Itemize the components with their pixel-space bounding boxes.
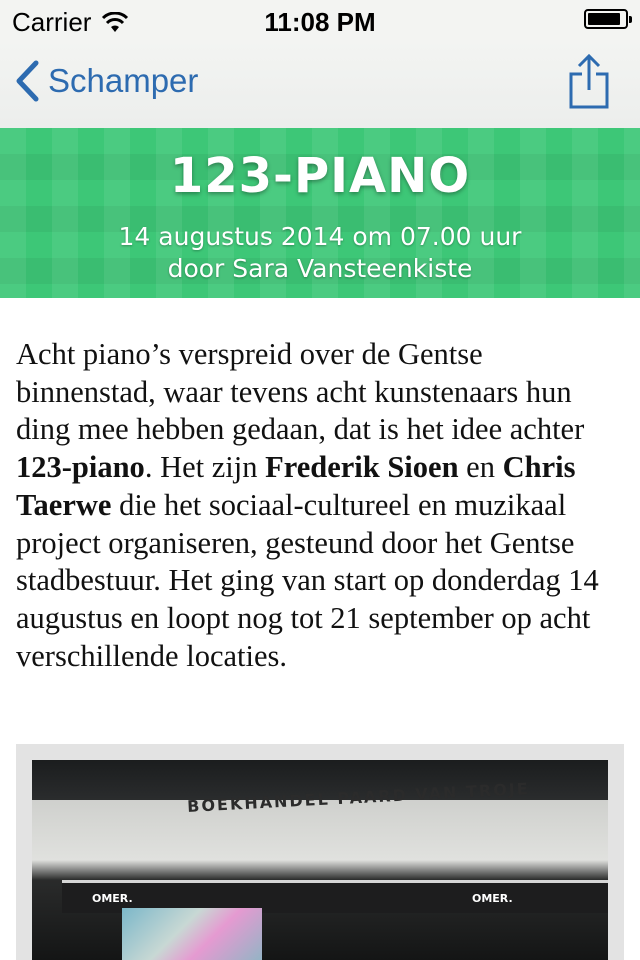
photo-awning-text-right: OMER. [472, 892, 513, 905]
article-text: en [458, 450, 503, 485]
navigation-bar: Schamper [0, 40, 640, 128]
status-bar: Carrier 11:08 PM [0, 0, 640, 40]
photo-sign-text: BOEKHANDEL PAARD VAN TROJE [186, 779, 531, 816]
article-bold-text: 123-piano [16, 450, 145, 485]
article-text: . Het zijn [144, 450, 266, 485]
status-time: 11:08 PM [264, 7, 376, 37]
battery-icon [584, 9, 632, 29]
back-button[interactable]: Schamper [14, 60, 198, 102]
article-title: 123-PIANO [169, 148, 471, 204]
article-photo: BOEKHANDEL PAARD VAN TROJE OMER. OMER. [32, 760, 608, 960]
share-button[interactable] [568, 53, 610, 110]
article-body: Acht piano’s verspreid over de Gentse bi… [16, 336, 628, 675]
status-right [584, 9, 632, 29]
chevron-left-icon [16, 60, 39, 102]
back-button-label: Schamper [48, 62, 199, 99]
battery-fill [588, 13, 621, 25]
photo-awning-text-left: OMER. [92, 892, 133, 905]
article-text: Acht piano’s verspreid over de Gentse bi… [16, 337, 585, 447]
article-header: 123-PIANO 14 augustus 2014 om 07.00 uur … [0, 128, 640, 298]
article-bold-text: Frederik Sioen [265, 450, 459, 485]
photo-painted-piano [122, 908, 262, 960]
share-icon [569, 53, 609, 109]
article-author: door Sara Vansteenkiste [167, 254, 473, 283]
article-date: 14 augustus 2014 om 07.00 uur [118, 222, 522, 251]
